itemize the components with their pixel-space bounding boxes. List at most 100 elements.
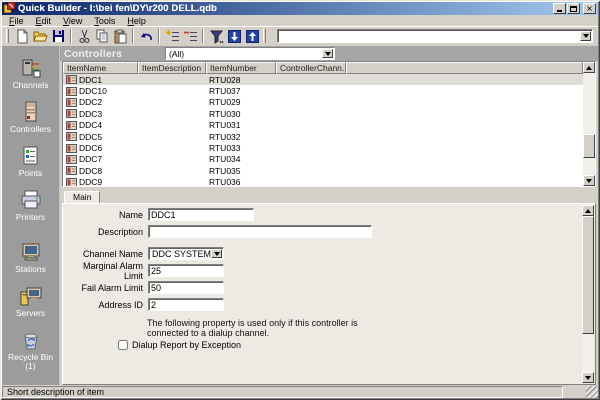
sidebar-item-points[interactable]: Points xyxy=(2,144,59,178)
sidebar-item-servers[interactable]: Servers xyxy=(2,284,59,318)
window-title: Quick Builder - I:\bei fen\DY\r200 DELL.… xyxy=(18,3,550,14)
channel-name-label: Channel Name xyxy=(63,249,148,259)
menu-tools[interactable]: Tools xyxy=(88,16,121,26)
scroll-down-icon[interactable] xyxy=(583,175,595,186)
sidebar-item-printers[interactable]: Printers xyxy=(2,188,59,222)
servers-icon xyxy=(19,284,43,308)
upload-button[interactable] xyxy=(243,28,261,44)
controller-icon xyxy=(66,87,77,96)
list-item[interactable]: DDC3 RTU030 xyxy=(63,108,583,119)
printers-icon xyxy=(19,188,43,212)
open-button[interactable] xyxy=(31,28,49,44)
dialup-checkbox[interactable] xyxy=(118,340,128,350)
column-controllerchannel[interactable]: ControllerChann... xyxy=(276,62,346,74)
sidebar: Channels Controllers Points Printers Sta… xyxy=(2,46,60,385)
resize-grip[interactable] xyxy=(586,386,598,398)
menu-file[interactable]: File xyxy=(3,16,30,26)
fail-alarm-limit-field[interactable] xyxy=(148,281,224,294)
toolbar-separator xyxy=(202,29,204,43)
item-number: RTU032 xyxy=(206,132,276,142)
sidebar-item-controllers[interactable]: Controllers xyxy=(2,100,59,134)
column-itemdescription[interactable]: ItemDescription xyxy=(138,62,206,74)
maximize-button[interactable] xyxy=(567,3,580,14)
item-name: DDC7 xyxy=(79,154,102,164)
list-item[interactable]: DDC8 RTU035 xyxy=(63,165,583,176)
new-button[interactable] xyxy=(13,28,31,44)
column-itemname[interactable]: ItemName xyxy=(63,62,138,74)
minimize-icon xyxy=(557,10,562,12)
item-list: ItemName ItemDescription ItemNumber Cont… xyxy=(62,61,596,187)
add-item-icon xyxy=(165,29,180,44)
toolbar-grip[interactable] xyxy=(6,29,9,43)
remove-item-button[interactable] xyxy=(181,28,199,44)
list-scrollbar[interactable] xyxy=(583,62,595,186)
form-scrollbar[interactable] xyxy=(582,205,594,383)
controllers-icon xyxy=(19,100,43,124)
menu-view[interactable]: View xyxy=(57,16,88,26)
scrollbar-thumb[interactable] xyxy=(583,134,595,158)
item-name: DDC6 xyxy=(79,143,102,153)
controller-icon xyxy=(66,132,77,141)
list-item[interactable]: DDC10 RTU037 xyxy=(63,85,583,96)
toolbar-combobox[interactable] xyxy=(277,29,593,43)
list-item[interactable]: DDC4 RTU031 xyxy=(63,120,583,131)
list-item[interactable]: DDC6 RTU033 xyxy=(63,142,583,153)
description-field[interactable] xyxy=(148,225,372,238)
status-bar: Short description of item xyxy=(2,385,598,398)
tab-main[interactable]: Main xyxy=(64,191,100,203)
channel-name-select[interactable]: DDC SYSTEM xyxy=(148,247,224,260)
list-item[interactable]: DDC1 RTU028 xyxy=(63,74,583,85)
paste-button[interactable] xyxy=(111,28,129,44)
name-field[interactable] xyxy=(148,208,254,221)
scroll-up-icon[interactable] xyxy=(583,62,595,73)
list-item[interactable]: DDC2 RTU029 xyxy=(63,97,583,108)
filter-combobox[interactable]: (All) xyxy=(165,47,335,60)
toolbar-grip[interactable] xyxy=(263,29,266,43)
controller-icon xyxy=(66,155,77,164)
chevron-down-icon[interactable] xyxy=(580,31,591,41)
properties-panel: Name Description Channel Name DDC SYSTEM… xyxy=(62,203,596,385)
column-itemnumber[interactable]: ItemNumber xyxy=(206,62,276,74)
content-area: Controllers (All) ItemName ItemDescripti… xyxy=(60,46,598,385)
controller-icon xyxy=(66,109,77,118)
filter-button[interactable] xyxy=(207,28,225,44)
marginal-alarm-limit-field[interactable] xyxy=(148,264,224,277)
scroll-up-icon[interactable] xyxy=(582,205,594,216)
list-item[interactable]: DDC9 RTU036 xyxy=(63,177,583,187)
download-button[interactable] xyxy=(225,28,243,44)
list-item[interactable]: DDC5 RTU032 xyxy=(63,131,583,142)
channels-icon xyxy=(19,56,43,80)
item-name: DDC8 xyxy=(79,166,102,176)
sidebar-item-stations[interactable]: Stations xyxy=(2,240,59,274)
list-item[interactable]: DDC7 RTU034 xyxy=(63,154,583,165)
scroll-down-icon[interactable] xyxy=(582,372,594,383)
item-name: DDC4 xyxy=(79,120,102,130)
sidebar-item-recycle-bin[interactable]: Recycle Bin (1) xyxy=(2,328,59,371)
copy-icon xyxy=(95,29,110,44)
tab-strip: Main xyxy=(62,191,596,203)
item-number: RTU028 xyxy=(206,75,276,85)
remove-item-icon xyxy=(183,29,198,44)
add-item-button[interactable] xyxy=(163,28,181,44)
sidebar-item-channels[interactable]: Channels xyxy=(2,56,59,90)
view-header: Controllers (All) xyxy=(60,46,598,61)
toolbar-separator xyxy=(70,29,72,43)
cut-button[interactable] xyxy=(75,28,93,44)
menu-help[interactable]: Help xyxy=(121,16,152,26)
scrollbar-thumb[interactable] xyxy=(582,216,594,334)
cut-icon xyxy=(77,29,92,44)
item-number: RTU029 xyxy=(206,97,276,107)
undo-button[interactable] xyxy=(137,28,155,44)
app-icon xyxy=(4,2,15,15)
copy-button[interactable] xyxy=(93,28,111,44)
close-button[interactable]: × xyxy=(583,3,596,14)
save-button[interactable] xyxy=(49,28,67,44)
menu-edit[interactable]: Edit xyxy=(30,16,58,26)
recycle-bin-icon xyxy=(19,328,43,352)
controller-icon xyxy=(66,98,77,107)
status-text: Short description of item xyxy=(2,386,563,398)
minimize-button[interactable] xyxy=(553,3,566,14)
chevron-down-icon[interactable] xyxy=(322,49,333,58)
address-id-field[interactable] xyxy=(148,298,224,311)
chevron-down-icon[interactable] xyxy=(211,249,222,258)
